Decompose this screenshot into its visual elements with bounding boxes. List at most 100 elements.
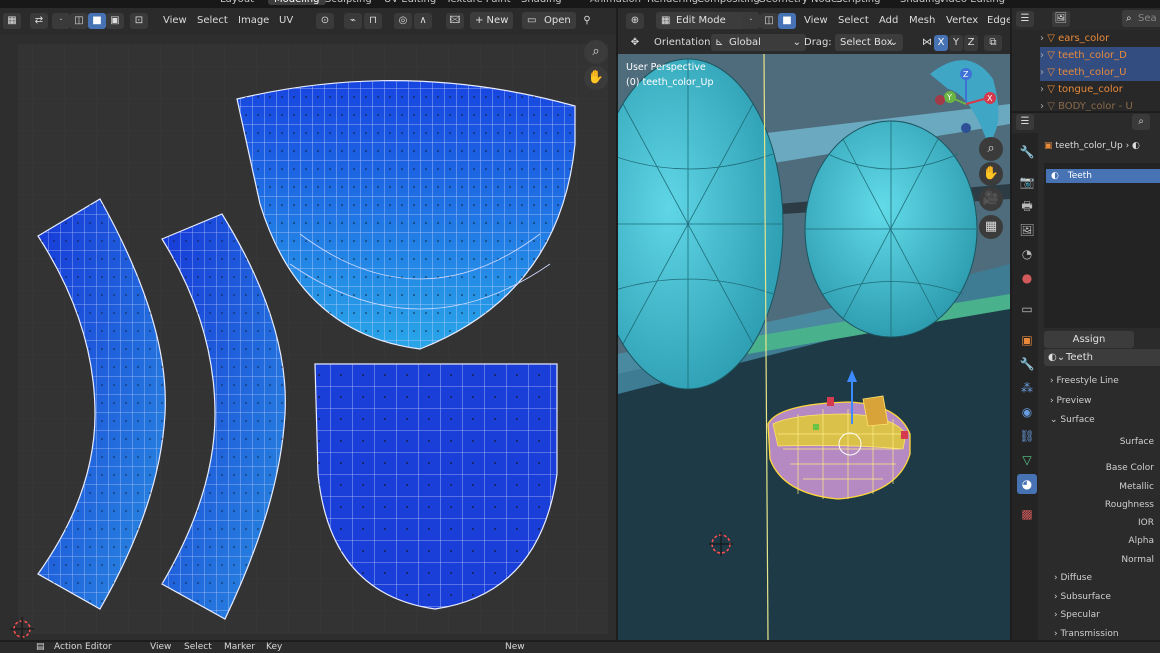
bsdf-subpanel[interactable]: › Diffuse (1054, 571, 1092, 585)
uv-menu-image[interactable]: Image (238, 13, 269, 29)
vp-menu-view[interactable]: View (804, 13, 828, 29)
uv-canvas[interactable] (0, 34, 616, 640)
outliner-search-field[interactable]: ⌕ Sea (1122, 10, 1160, 27)
uv-zoom-icon[interactable]: ⌕ (584, 40, 608, 64)
tool-tab-icon[interactable]: 🔧 (1017, 142, 1037, 162)
data-tab-icon[interactable]: ▽ (1017, 450, 1037, 470)
viewport-zoom-icon[interactable]: ⌕ (979, 137, 1003, 161)
bsdf-subpanel[interactable]: › Specular (1054, 608, 1100, 622)
perspective-toggle-icon[interactable]: ▦ (979, 215, 1003, 239)
edge-mode-icon[interactable]: ◫ (760, 13, 778, 29)
viewport-editor-type-icon[interactable]: ⊕ (626, 13, 644, 29)
vp-menu-add[interactable]: Add (879, 13, 898, 29)
face-select-icon[interactable]: ■ (88, 13, 106, 29)
workspace-tab[interactable]: Rendering (647, 0, 698, 5)
falloff-icon[interactable]: ∧ (414, 13, 432, 29)
object-tab-icon[interactable]: ▣ (1017, 330, 1037, 350)
output-tab-icon[interactable]: 🖶 (1017, 196, 1037, 216)
bsdf-subpanel[interactable]: › Subsurface (1054, 590, 1111, 604)
properties-editor-type-icon[interactable]: ☰ (1016, 114, 1034, 130)
modifier-tab-icon[interactable]: 🔧 (1017, 354, 1037, 374)
axis-x-toggle[interactable]: X (934, 35, 948, 51)
workspace-tab[interactable]: Video Editing (939, 0, 1005, 5)
snap-icon[interactable]: ⌁ (344, 13, 362, 29)
action-editor-label[interactable]: Action Editor (54, 642, 112, 653)
bottom-menu-key[interactable]: Key (266, 642, 282, 653)
snap-target-icon[interactable]: ⊓ (364, 13, 382, 29)
workspace-tab[interactable]: Geometry Nodes (758, 0, 842, 5)
workspace-tab[interactable]: Sculpting (325, 0, 372, 5)
bsdf-subpanel[interactable]: › Transmission (1054, 627, 1119, 640)
editor-type-icon[interactable]: ▦ (3, 13, 21, 29)
axis-z-toggle[interactable]: Z (964, 35, 978, 51)
material-selector[interactable]: ◐⌄ Teeth (1044, 349, 1160, 366)
sticky-select-icon[interactable]: ⊡ (130, 13, 148, 29)
vertex-mode-icon[interactable]: · (742, 13, 760, 29)
orientation-dropdown[interactable]: ⊾ Global ⌄ (711, 34, 806, 51)
bottom-menu-marker[interactable]: Marker (224, 642, 255, 653)
material-slot-item[interactable]: ◐ Teeth (1046, 169, 1160, 183)
island-select-icon[interactable]: ▣ (106, 13, 124, 29)
view-layer-tab-icon[interactable]: 🖼 (1017, 220, 1037, 240)
navigation-gizmo[interactable]: Z X Y (930, 60, 1008, 140)
particles-tab-icon[interactable]: ⁂ (1017, 378, 1037, 398)
world-tab-icon[interactable]: ● (1017, 268, 1037, 288)
overlay-options-icon[interactable]: ⧉ (984, 35, 1002, 51)
vp-menu-edge[interactable]: Edge (987, 13, 1010, 29)
uv-menu-uv[interactable]: UV (279, 13, 293, 29)
workspace-tab[interactable]: Animation (590, 0, 641, 5)
workspace-tab[interactable]: Texture Paint (446, 0, 511, 5)
workspace-tab[interactable]: Scripting (836, 0, 880, 5)
teeth-mesh-selected[interactable] (767, 395, 911, 500)
viewport-pan-hand-icon[interactable]: ✋ (979, 162, 1003, 186)
workspace-tab[interactable]: Layout (220, 0, 254, 5)
outliner-item[interactable]: › ▽ teeth_color_U (1040, 64, 1160, 81)
image-browse-icon[interactable]: 🖾 (446, 13, 464, 29)
pin-icon[interactable]: ⚲ (578, 13, 596, 29)
axis-y-toggle[interactable]: Y (949, 35, 963, 51)
workspace-tab[interactable]: Modeling (268, 0, 326, 5)
edge-select-icon[interactable]: ◫ (70, 13, 88, 29)
assign-button[interactable]: Assign (1044, 331, 1134, 348)
uv-sync-icon[interactable]: ⇄ (30, 13, 48, 29)
action-editor-icon[interactable]: ▤ (36, 642, 45, 653)
outliner-item[interactable]: › ▽ ears_color (1040, 30, 1160, 47)
vp-menu-mesh[interactable]: Mesh (909, 13, 935, 29)
properties-search-icon[interactable]: ⌕ (1132, 114, 1150, 130)
viewport-scene[interactable] (618, 54, 1010, 640)
outliner-item[interactable]: › ▽ teeth_color_D (1040, 47, 1160, 64)
display-mode-icon[interactable]: 🖼 (1052, 11, 1070, 27)
drag-dropdown[interactable]: Select Box ⌄ (835, 34, 903, 51)
scene-tab-icon[interactable]: ◔ (1017, 244, 1037, 264)
collection-tab-icon[interactable]: ▭ (1017, 299, 1037, 319)
transform-gizmo-icon[interactable]: ✥ (626, 35, 644, 51)
physics-tab-icon[interactable]: ◉ (1017, 402, 1037, 422)
workspace-tab[interactable]: UV Editing (384, 0, 436, 5)
render-tab-icon[interactable]: 📷 (1017, 172, 1037, 192)
bottom-menu-view[interactable]: View (150, 642, 171, 653)
right-eye-mesh[interactable] (804, 120, 978, 338)
open-image-button[interactable]: ▭ Open (522, 12, 576, 29)
material-tab-icon[interactable]: ◕ (1017, 474, 1037, 494)
vertex-select-icon[interactable]: · (52, 13, 70, 29)
new-image-button[interactable]: + New (470, 12, 514, 29)
proportional-edit-icon[interactable]: ◎ (394, 13, 412, 29)
panel-freestyle-line[interactable]: › Freestyle Line (1050, 373, 1119, 390)
outliner-item[interactable]: › ▽ BODY_color - U (1040, 98, 1160, 111)
vp-menu-vertex[interactable]: Vertex (946, 13, 978, 29)
face-mode-icon[interactable]: ■ (778, 13, 796, 29)
outliner-editor-type-icon[interactable]: ☰ (1016, 11, 1034, 27)
workspace-tab[interactable]: Shading (521, 0, 562, 5)
constraints-tab-icon[interactable]: ⛓ (1017, 426, 1037, 446)
uv-pan-hand-icon[interactable]: ✋ (584, 66, 608, 90)
workspace-tab[interactable]: Shading (900, 0, 941, 5)
panel-surface[interactable]: ⌄ Surface (1050, 412, 1095, 429)
vp-menu-select[interactable]: Select (838, 13, 869, 29)
camera-view-icon[interactable]: 🎥 (979, 187, 1003, 211)
pivot-icon[interactable]: ⊙ (316, 13, 334, 29)
texture-tab-icon[interactable]: ▩ (1017, 504, 1037, 524)
uv-menu-select[interactable]: Select (197, 13, 228, 29)
outliner-item[interactable]: › ▽ tongue_color (1040, 81, 1160, 98)
uv-menu-view[interactable]: View (163, 13, 187, 29)
bottom-new-action-button[interactable]: New (505, 642, 525, 653)
